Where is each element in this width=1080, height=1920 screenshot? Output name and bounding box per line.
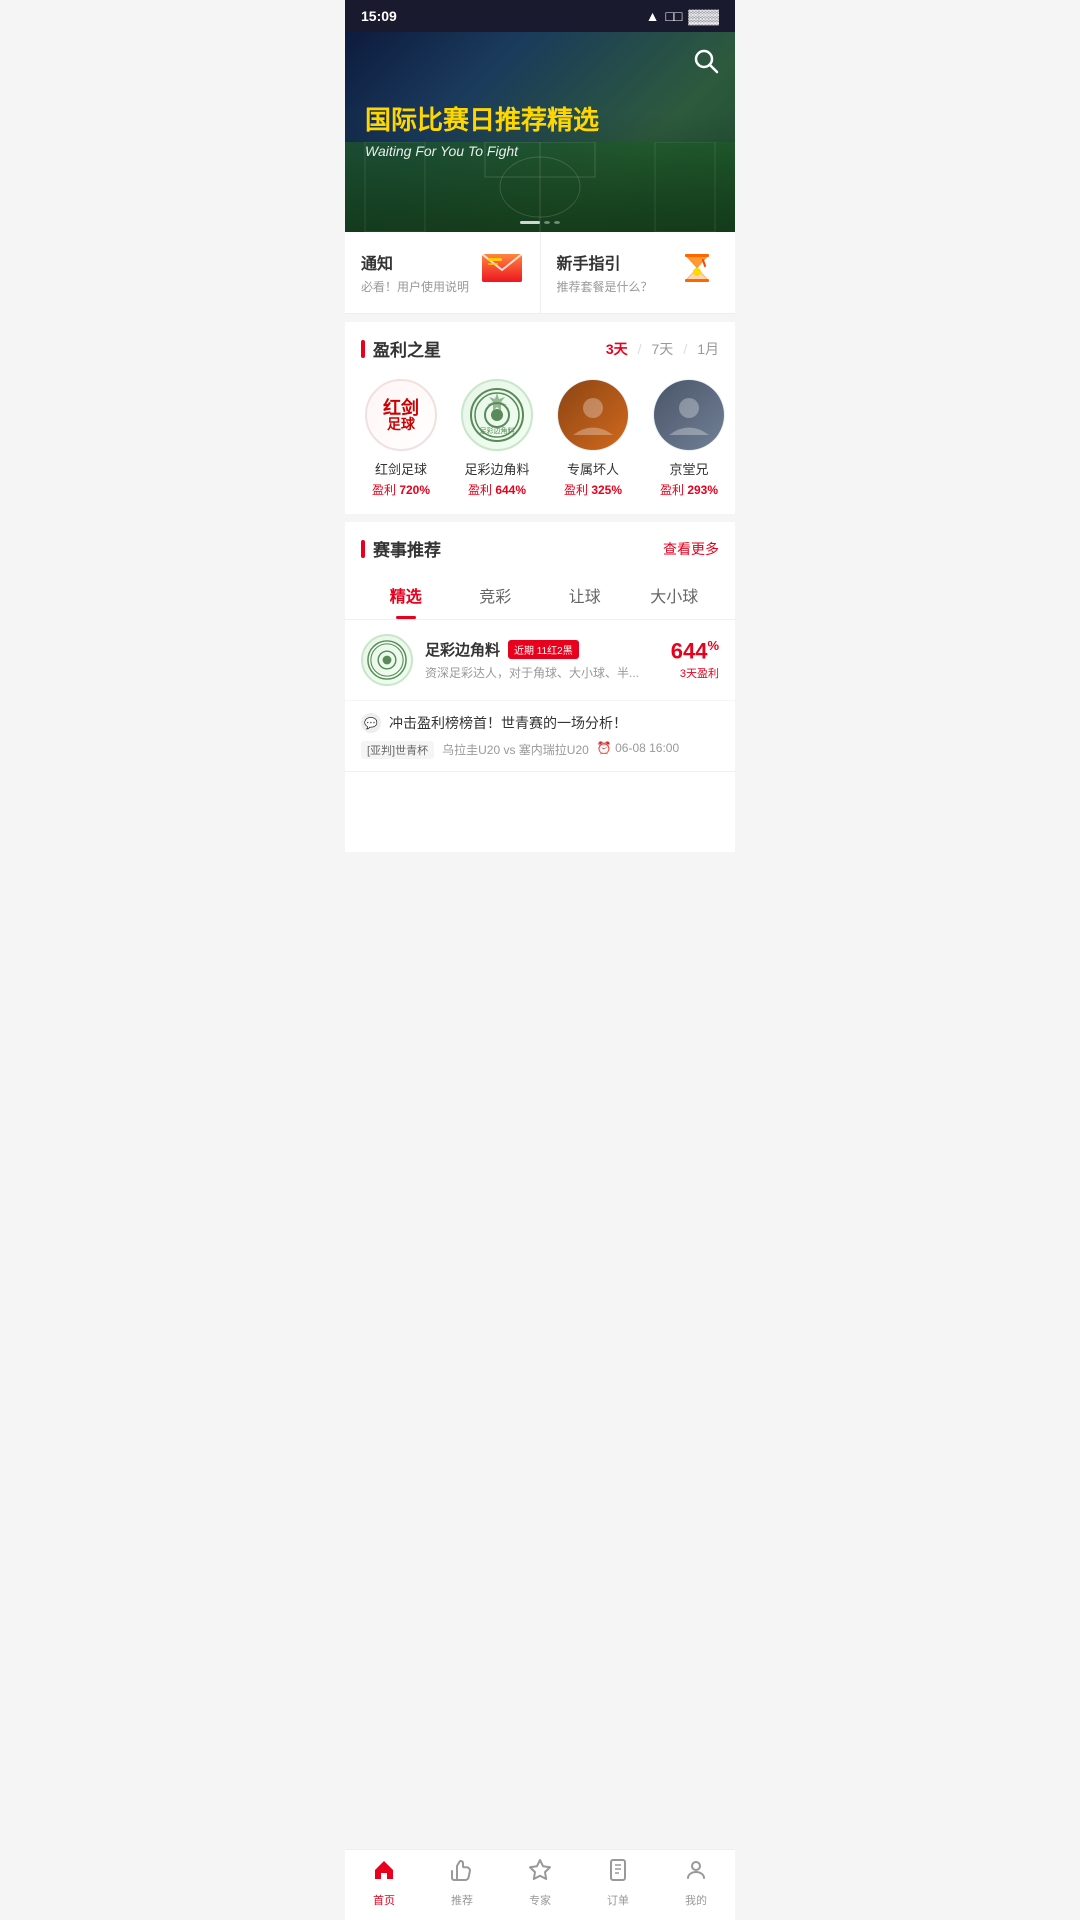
star-name-1: 红剑足球 <box>361 459 441 478</box>
star-item-3[interactable]: 专属坏人 盈利 325% <box>553 379 633 498</box>
match-time: ⏰ 06-08 16:00 <box>597 741 679 759</box>
tab-total[interactable]: 大小球 <box>630 571 720 619</box>
status-bar: 15:09 ▲ □□ ▓▓▓ <box>345 0 735 32</box>
profit-stars-filter: 3天 / 7天 / 1月 <box>606 339 719 359</box>
home-icon <box>372 1858 396 1888</box>
notice-item-notification[interactable]: 通知 必看！用户使用说明 <box>345 232 541 313</box>
star-name-2: 足彩边角料 <box>457 459 537 478</box>
nav-recommend-label: 推荐 <box>451 1892 473 1908</box>
expert-badge: 近期 11红2黑 <box>508 640 579 659</box>
banner-dot-2 <box>554 221 560 224</box>
star-avatar-4 <box>653 379 725 451</box>
nav-orders-label: 订单 <box>607 1892 629 1908</box>
star-item-2[interactable]: 足彩边角料 足彩边角料 盈利 644% <box>457 379 537 498</box>
profit-stars-section: 盈利之星 3天 / 7天 / 1月 红剑 足球 红剑足球 盈利 720% <box>345 322 735 514</box>
star-avatar-1: 红剑 足球 <box>365 379 437 451</box>
expert-avatar <box>361 634 413 686</box>
expert-profit: 644% 3天盈利 <box>671 639 719 680</box>
notice-item-guide[interactable]: 新手指引 推荐套餐是什么？ <box>541 232 736 313</box>
envelope-icon <box>480 250 524 295</box>
hero-title: 国际比赛日推荐精选 <box>365 105 599 136</box>
notice-title-1: 通知 <box>361 250 469 274</box>
match-recommend-header: 赛事推荐 查看更多 <box>345 522 735 571</box>
notice-desc-1: 必看！用户使用说明 <box>361 278 469 295</box>
expert-info: 足彩边角料 近期 11红2黑 资深足彩达人，对于角球、大小球、半... <box>425 639 659 681</box>
profit-number: 644% <box>671 639 719 662</box>
recommend-icon <box>450 1858 474 1888</box>
expert-card[interactable]: 足彩边角料 近期 11红2黑 资深足彩达人，对于角球、大小球、半... 644%… <box>345 620 735 701</box>
star-item-1[interactable]: 红剑 足球 红剑足球 盈利 720% <box>361 379 441 498</box>
tab-competition[interactable]: 竞彩 <box>451 571 541 619</box>
expert-desc: 资深足彩达人，对于角球、大小球、半... <box>425 664 659 681</box>
filter-1month[interactable]: 1月 <box>697 339 719 359</box>
profile-icon <box>684 1858 708 1888</box>
orders-icon <box>606 1858 630 1888</box>
star-profit-1: 盈利 720% <box>361 481 441 498</box>
profit-stars-list: 红剑 足球 红剑足球 盈利 720% 足彩边角料 足彩边角料 盈利 644% <box>345 371 735 514</box>
see-more-link[interactable]: 查看更多 <box>663 539 719 559</box>
nav-recommend[interactable]: 推荐 <box>423 1850 501 1920</box>
banner-dots <box>520 221 560 224</box>
preview-subtitle: [亚判]世青杯 乌拉圭U20 vs 塞内瑞拉U20 ⏰ 06-08 16:00 <box>361 741 719 759</box>
star-name-4: 京堂兄 <box>649 459 729 478</box>
notice-row: 通知 必看！用户使用说明 新手指引 推荐套餐是什么？ <box>345 232 735 314</box>
expert-name: 足彩边角料 <box>425 639 500 660</box>
filter-3days[interactable]: 3天 <box>606 339 628 359</box>
hourglass-icon <box>675 246 719 299</box>
svg-text:足彩边角料: 足彩边角料 <box>480 426 515 435</box>
status-icons: ▲ □□ ▓▓▓ <box>646 8 719 24</box>
star-profit-2: 盈利 644% <box>457 481 537 498</box>
nav-profile[interactable]: 我的 <box>657 1850 735 1920</box>
star-profit-4: 盈利 293% <box>649 481 729 498</box>
nav-home-label: 首页 <box>373 1892 395 1908</box>
notice-desc-2: 推荐套餐是什么？ <box>557 278 653 295</box>
tab-featured[interactable]: 精选 <box>361 571 451 619</box>
star-name-3: 专属坏人 <box>553 459 633 478</box>
star-avatar-3 <box>557 379 629 451</box>
hero-banner: 国际比赛日推荐精选 Waiting For You To Fight <box>345 32 735 232</box>
notice-title-2: 新手指引 <box>557 250 653 274</box>
nav-orders[interactable]: 订单 <box>579 1850 657 1920</box>
banner-dot-active <box>520 221 540 224</box>
profit-stars-title: 盈利之星 <box>361 336 441 361</box>
match-tag-league: [亚判]世青杯 <box>361 741 434 759</box>
hero-text: 国际比赛日推荐精选 Waiting For You To Fight <box>365 105 599 158</box>
search-icon[interactable] <box>693 48 719 80</box>
bottom-nav: 首页 推荐 专家 订单 <box>345 1849 735 1920</box>
match-recommend-title: 赛事推荐 <box>361 536 441 561</box>
expert-nav-icon <box>528 1858 552 1888</box>
star-avatar-2: 足彩边角料 <box>461 379 533 451</box>
match-teams: 乌拉圭U20 vs 塞内瑞拉U20 <box>442 741 589 759</box>
banner-dot-1 <box>544 221 550 224</box>
match-recommend-section: 赛事推荐 查看更多 精选 竞彩 让球 大小球 足彩边角料 近期 11红2黑 资深… <box>345 522 735 852</box>
nav-home[interactable]: 首页 <box>345 1850 423 1920</box>
star-item-4[interactable]: 京堂兄 盈利 293% <box>649 379 729 498</box>
profit-stars-header: 盈利之星 3天 / 7天 / 1月 <box>345 322 735 371</box>
nav-profile-label: 我的 <box>685 1892 707 1908</box>
star-profit-3: 盈利 325% <box>553 481 633 498</box>
status-time: 15:09 <box>361 8 397 24</box>
match-tabs: 精选 竞彩 让球 大小球 <box>345 571 735 620</box>
tab-handicap[interactable]: 让球 <box>540 571 630 619</box>
profit-label: 3天盈利 <box>671 665 719 681</box>
nav-expert-label: 专家 <box>529 1892 551 1908</box>
match-preview[interactable]: 💬 冲击盈利榜榜首！世青赛的一场分析！ [亚判]世青杯 乌拉圭U20 vs 塞内… <box>345 701 735 772</box>
nav-expert[interactable]: 专家 <box>501 1850 579 1920</box>
hero-subtitle: Waiting For You To Fight <box>365 143 599 159</box>
filter-7days[interactable]: 7天 <box>652 339 674 359</box>
preview-icon: 💬 <box>361 713 381 733</box>
preview-title: 冲击盈利榜榜首！世青赛的一场分析！ <box>389 713 627 733</box>
